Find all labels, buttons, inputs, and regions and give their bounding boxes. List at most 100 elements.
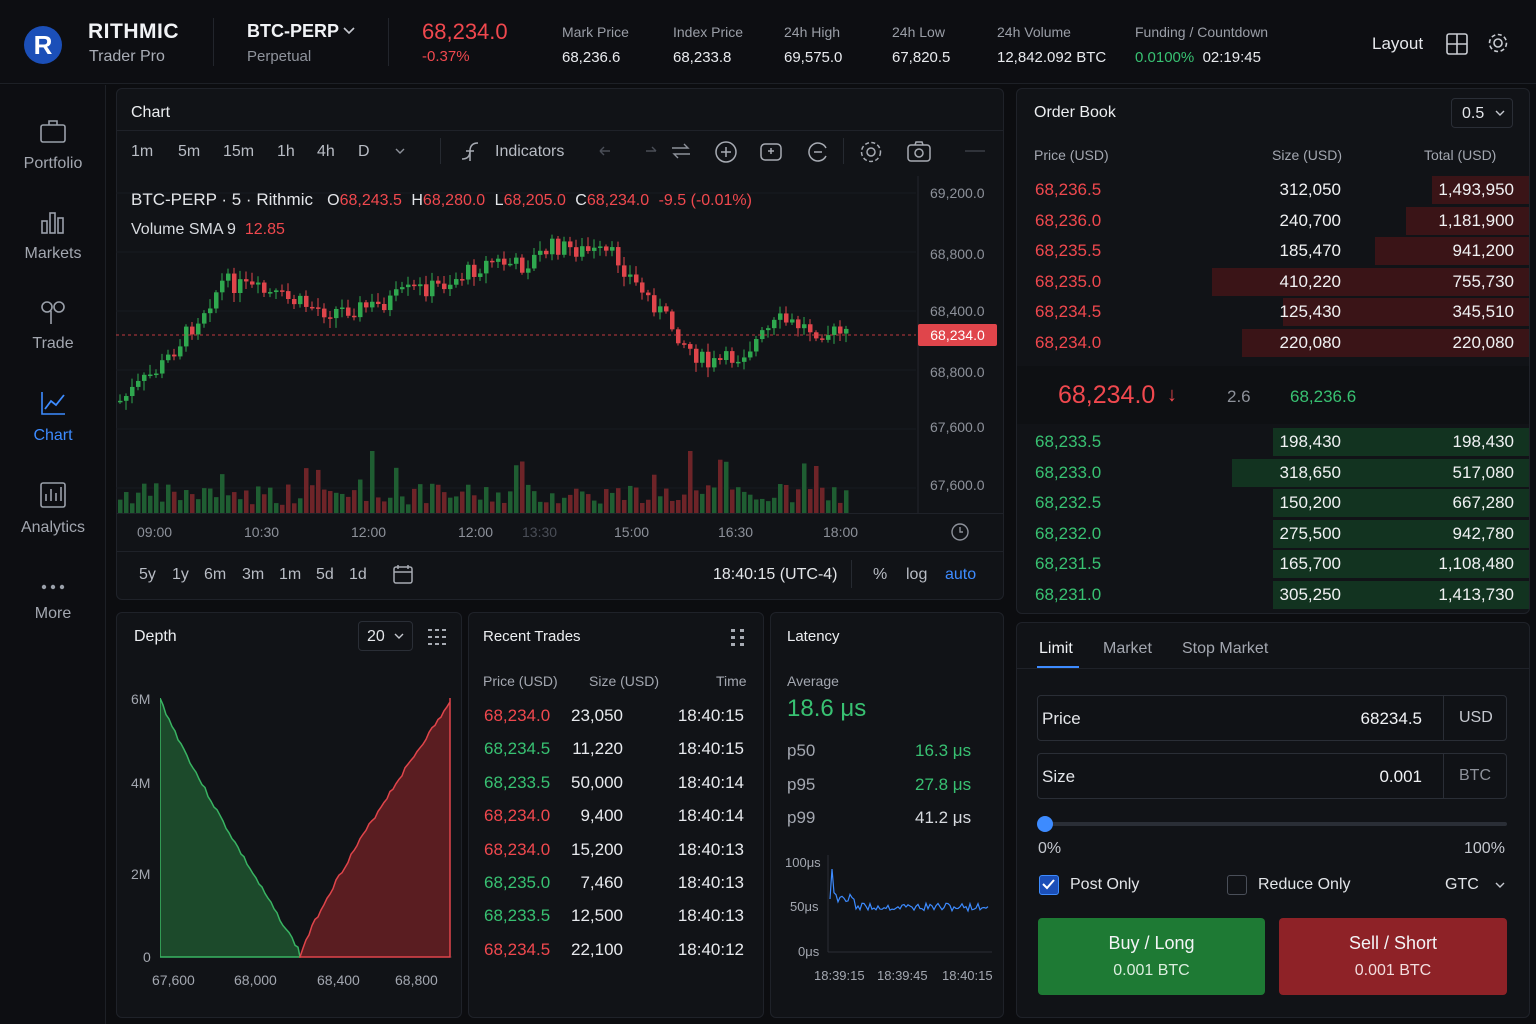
bid-row[interactable]: 68,231.0 305,250 1,413,730 [1017,580,1529,610]
compare-icon[interactable] [670,142,692,160]
grid-dots-icon[interactable] [427,627,447,647]
ask-row[interactable]: 68,236.0 240,700 1,181,900 [1017,206,1529,236]
bid-row[interactable]: 68,232.0 275,500 942,780 [1017,519,1529,549]
camera-icon[interactable] [906,140,932,164]
calendar-icon[interactable] [392,563,414,585]
depth-x-label: 68,400 [317,972,360,988]
legend-l-label: L [494,192,504,209]
range-3m[interactable]: 3m [242,566,264,584]
layout-button[interactable]: Layout [1372,34,1423,54]
size-value[interactable]: 0.001 [1379,767,1422,787]
post-only-checkbox[interactable] [1039,875,1059,895]
ob-header-total: Total (USD) [1424,147,1497,163]
bid-row[interactable]: 68,233.5 198,430 198,430 [1017,427,1529,457]
candle [340,307,345,310]
tick-size-select[interactable]: 0.5 [1451,98,1513,128]
volume-bar [160,501,165,513]
stat-value: 68,236.6 [562,49,621,66]
sidebar-item-portfolio[interactable]: Portfolio [0,117,106,173]
alert-icon[interactable] [759,140,783,164]
clock-icon[interactable] [950,522,970,542]
ob-mid-price: 68,234.0 [1058,381,1156,409]
timeframe-5m[interactable]: 5m [178,143,200,161]
volume-bar [658,496,663,513]
replay-icon[interactable] [806,140,830,164]
timeframe-15m[interactable]: 15m [223,143,254,161]
tab-stop-market[interactable]: Stop Market [1182,640,1268,658]
tif-select[interactable]: GTC [1445,876,1505,894]
timeframe-d[interactable]: D [358,143,370,161]
candle [832,326,837,336]
scale-auto[interactable]: auto [945,566,976,584]
bid-row[interactable]: 68,232.5 150,200 667,280 [1017,488,1529,518]
ob-size: 150,200 [1279,493,1341,512]
range-1d[interactable]: 1d [349,566,367,584]
timeframe-1h[interactable]: 1h [277,143,295,161]
ask-row[interactable]: 68,236.5 312,050 1,493,950 [1017,175,1529,205]
volume-bar [316,469,321,513]
price-field[interactable]: Price 68234.5 USD [1037,695,1507,741]
more-icon [41,584,65,590]
chevron-down-icon[interactable] [395,148,405,155]
scale-percent[interactable]: % [873,566,887,584]
volume-bar [610,492,615,513]
candle [508,263,513,266]
ask-row[interactable]: 68,235.0 410,220 755,730 [1017,267,1529,297]
range-6m[interactable]: 6m [204,566,226,584]
candle [664,306,669,312]
range-5y[interactable]: 5y [139,566,156,584]
ob-spread: 2.6 [1227,387,1251,406]
add-icon[interactable] [714,140,738,164]
volume-bar [568,494,573,513]
indicators-button[interactable]: Indicators [495,143,564,161]
sell-short-button[interactable]: Sell / Short 0.001 BTC [1279,918,1507,995]
candle [454,279,459,285]
sidebar-item-chart[interactable]: Chart [0,389,106,445]
analytics-icon [40,482,66,508]
range-1m[interactable]: 1m [279,566,301,584]
size-field[interactable]: Size 0.001 BTC [1037,753,1507,799]
timeframe-4h[interactable]: 4h [317,143,335,161]
price-value[interactable]: 68234.5 [1361,709,1422,729]
gear-icon[interactable] [1487,32,1509,54]
sidebar-item-trade[interactable]: Trade [0,299,106,353]
range-1y[interactable]: 1y [172,566,189,584]
tab-limit[interactable]: Limit [1039,640,1073,658]
bid-row[interactable]: 68,231.5 165,700 1,108,480 [1017,549,1529,579]
size-slider-track[interactable] [1044,822,1507,826]
ask-row[interactable]: 68,234.5 125,430 345,510 [1017,297,1529,327]
ob-size: 185,470 [1279,241,1341,260]
sidebar-item-markets[interactable]: Markets [0,209,106,263]
rt-header-time: Time [716,673,747,689]
p99-label: p99 [787,808,816,827]
bid-row[interactable]: 68,233.0 318,650 517,080 [1017,458,1529,488]
settings-icon[interactable] [859,140,883,164]
buy-quantity: 0.001 BTC [1113,962,1190,979]
x-axis-label: 18:00 [823,524,859,540]
sidebar-item-more[interactable]: More [0,579,106,623]
sidebar-item-analytics[interactable]: Analytics [0,481,106,537]
stat-label: Funding / Countdown [1135,24,1269,40]
ask-row[interactable]: 68,235.5 185,470 941,200 [1017,236,1529,266]
reduce-only-checkbox[interactable] [1227,875,1247,895]
grid-icon[interactable] [1446,33,1468,55]
redo-icon[interactable] [643,143,659,159]
tab-market[interactable]: Market [1103,640,1152,658]
scale-log[interactable]: log [906,566,927,584]
undo-icon[interactable] [597,143,613,159]
timeframe-1m[interactable]: 1m [131,143,153,161]
ask-row[interactable]: 68,234.0 220,080 220,080 [1017,328,1529,358]
line-chart-icon [41,392,65,415]
depth-levels-select[interactable]: 20 [358,621,413,651]
brand-subtitle: Trader Pro [89,48,165,65]
stat-label: 24h Low [892,24,945,40]
range-5d[interactable]: 5d [316,566,334,584]
size-slider-thumb[interactable] [1037,816,1053,832]
candle [130,386,135,397]
buy-long-button[interactable]: Buy / Long 0.001 BTC [1038,918,1265,995]
candle [808,324,813,333]
expand-icon[interactable] [964,146,986,156]
drag-handle-icon[interactable] [729,627,747,647]
sell-label: Sell / Short [1348,933,1438,953]
stat-24h-high: 24h High 69,575.0 [784,24,842,66]
